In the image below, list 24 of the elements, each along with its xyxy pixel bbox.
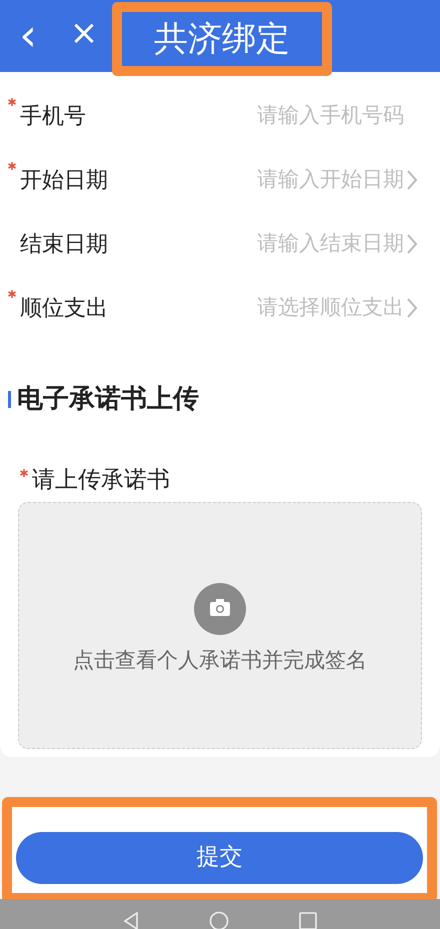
home-icon[interactable]: [209, 910, 229, 929]
submit-button[interactable]: 提交: [16, 832, 423, 884]
upload-label: 请上传承诺书: [32, 466, 170, 495]
field-label: 开始日期: [20, 166, 108, 194]
section-title: 电子承诺书上传: [17, 383, 199, 416]
chevron-icon: [406, 233, 418, 255]
close-button[interactable]: ×: [64, 16, 104, 50]
upload-area[interactable]: 点击查看个人承诺书并完成签名: [18, 502, 422, 748]
back-icon[interactable]: [123, 910, 139, 929]
input-field[interactable]: 请输入手机号码: [164, 100, 404, 132]
field-label: 结束日期: [20, 230, 108, 258]
back-button[interactable]: ‹: [8, 14, 48, 58]
upload-hint: 点击查看个人承诺书并完成签名: [73, 647, 367, 674]
chevron-icon: [406, 297, 418, 319]
input-field[interactable]: 请选择顺位支出: [164, 292, 404, 324]
recents-icon[interactable]: [299, 912, 317, 929]
field-label: 顺位支出: [20, 294, 108, 322]
field-label: 手机号: [20, 102, 86, 130]
chevron-icon: [406, 169, 418, 191]
input-field[interactable]: 请输入开始日期: [164, 164, 404, 196]
camera-icon: [194, 583, 246, 636]
page-title: 共济绑定: [112, 2, 332, 76]
accent-bar: [8, 391, 11, 408]
input-field[interactable]: 请输入结束日期: [164, 228, 404, 260]
